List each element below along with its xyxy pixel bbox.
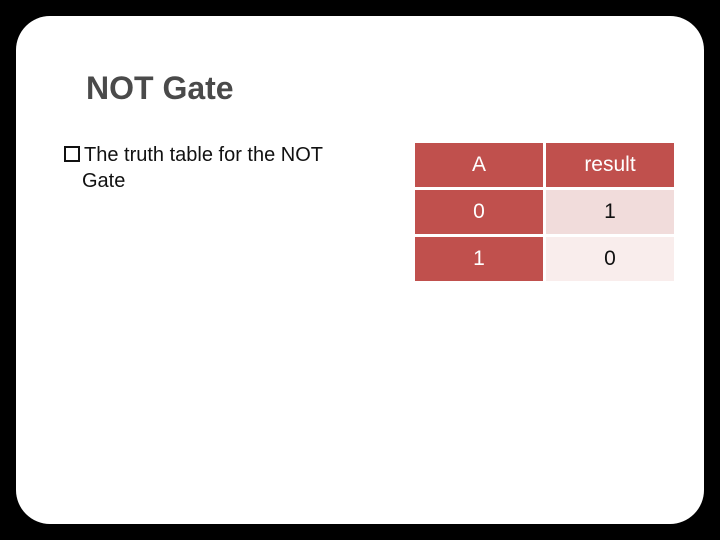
col-header-a: A <box>415 143 543 187</box>
table-header-row: A result <box>415 143 674 187</box>
slide-title: NOT Gate <box>86 70 234 107</box>
slide-frame: NOT Gate The truth table for the NOT Gat… <box>16 16 704 524</box>
table-row: 1 0 <box>415 237 674 281</box>
bullet-text: The truth table for the NOT Gate <box>64 142 364 194</box>
col-header-result: result <box>546 143 674 187</box>
truth-table: A result 0 1 1 0 <box>412 140 677 284</box>
table-row: 0 1 <box>415 190 674 234</box>
cell-result-1: 0 <box>546 237 674 281</box>
cell-a-0: 0 <box>415 190 543 234</box>
bullet-line-2: Gate <box>82 170 125 192</box>
bullet-line-1: The truth table for the NOT <box>84 144 323 166</box>
cell-result-0: 1 <box>546 190 674 234</box>
square-bullet-icon <box>64 146 80 162</box>
cell-a-1: 1 <box>415 237 543 281</box>
